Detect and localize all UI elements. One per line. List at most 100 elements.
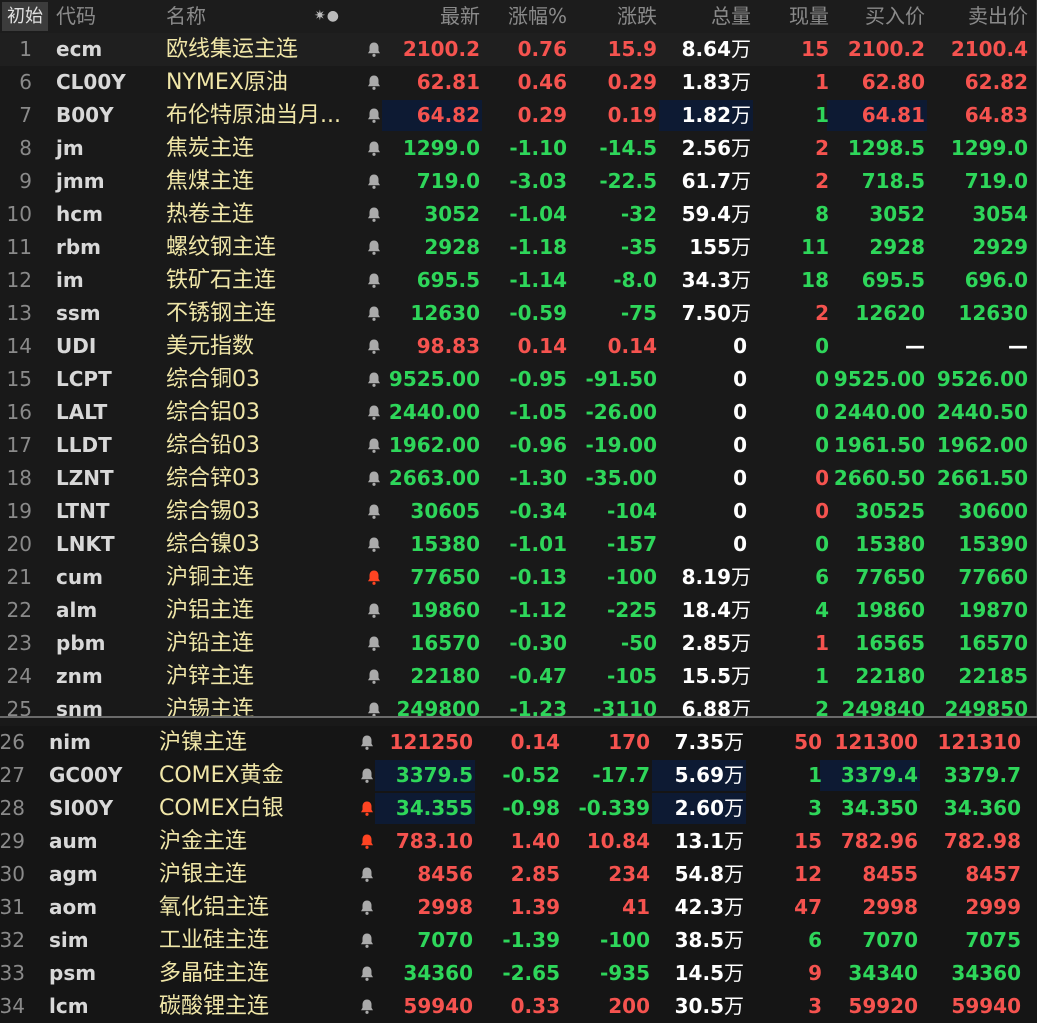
table-row[interactable]: 10 hcm 热卷主连 3052 -1.04 -32 59.4万 8 3052 3054 — [0, 198, 1037, 231]
bell-icon[interactable] — [366, 198, 384, 231]
bell-icon[interactable] — [366, 33, 384, 66]
table-row[interactable]: 19 LTNT 综合锡03 30605 -0.34 -104 0 0 30525 30600 — [0, 495, 1037, 528]
table-row[interactable]: 21 cum 沪铜主连 77650 -0.13 -100 8.19万 6 77650 77660 — [0, 561, 1037, 594]
bell-icon[interactable] — [366, 165, 384, 198]
init-button[interactable]: 初始 — [2, 2, 48, 31]
bell-icon[interactable] — [366, 330, 384, 363]
table-row[interactable]: 9 jmm 焦煤主连 719.0 -3.03 -22.5 61.7万 2 718.5 719.0 — [0, 165, 1037, 198]
table-row[interactable]: 24 znm 沪锌主连 22180 -0.47 -105 15.5万 1 22180 22185 — [0, 660, 1037, 693]
latest-price: 8456 — [417, 862, 473, 886]
table-row[interactable]: 22 alm 沪铝主连 19860 -1.12 -225 18.4万 4 19860 19870 — [0, 594, 1037, 627]
bell-icon[interactable] — [366, 528, 384, 561]
bell-icon[interactable] — [366, 627, 384, 660]
col-change-header[interactable]: 涨跌 — [617, 0, 657, 33]
table-row[interactable]: 16 LALT 综合铝03 2440.00 -1.05 -26.00 0 0 2440.00 24… — [0, 396, 1037, 429]
instrument-name: 工业硅主连 — [159, 928, 270, 953]
bell-icon[interactable] — [366, 363, 384, 396]
bell-icon[interactable] — [366, 462, 384, 495]
change-percent: -1.04 — [509, 202, 567, 226]
table-row[interactable]: 13 ssm 不锈钢主连 12630 -0.59 -75 7.50万 2 12620 12630 — [0, 297, 1037, 330]
bell-icon[interactable] — [359, 990, 377, 1023]
latest-price: 59940 — [403, 994, 473, 1018]
volume-value: 7.35 — [674, 730, 724, 754]
bell-icon[interactable] — [366, 429, 384, 462]
bell-icon[interactable] — [366, 231, 384, 264]
table-row[interactable]: 32 sim 工业硅主连 7070 -1.39 -100 38.5万 6 7070 7075 — [0, 924, 1037, 957]
latest-price: 783.10 — [395, 829, 473, 853]
bell-active-icon[interactable] — [359, 792, 377, 825]
col-code-header[interactable]: 代码 — [56, 0, 96, 33]
ask-price: 3379.7 — [943, 763, 1021, 787]
bell-icon[interactable] — [359, 858, 377, 891]
table-row[interactable]: 20 LNKT 综合镍03 15380 -1.01 -157 0 0 15380 15390 — [0, 528, 1037, 561]
bid-price: 3379.4 — [840, 763, 918, 787]
table-row[interactable]: 27 GC00Y COMEX黄金 3379.5 -0.52 -17.7 5.69万 1 3379… — [0, 759, 1037, 792]
table-row[interactable]: 17 LLDT 综合铅03 1962.00 -0.96 -19.00 0 0 1961.50 19… — [0, 429, 1037, 462]
bell-icon[interactable] — [366, 594, 384, 627]
table-row[interactable]: 15 LCPT 综合铜03 9525.00 -0.95 -91.50 0 0 9525.00 95… — [0, 363, 1037, 396]
bell-active-icon[interactable] — [359, 825, 377, 858]
table-row[interactable]: 1 ecm 欧线集运主连 2100.2 0.76 15.9 8.64万 15 2100.2 210… — [0, 33, 1037, 66]
table-row[interactable]: 14 UDI 美元指数 98.83 0.14 0.14 0 0 — — — [0, 330, 1037, 363]
bell-icon[interactable] — [359, 957, 377, 990]
bid-price: 77650 — [855, 565, 925, 589]
col-latest-header[interactable]: 最新 — [440, 0, 480, 33]
bell-icon[interactable] — [359, 891, 377, 924]
volume-value: 14.5 — [674, 961, 724, 985]
current-volume: 1 — [815, 103, 829, 127]
bell-icon[interactable] — [366, 297, 384, 330]
bid-price: 34340 — [848, 961, 918, 985]
column-settings-icon[interactable]: ✷● — [314, 0, 340, 33]
ask-price: 1962.00 — [936, 433, 1028, 457]
table-row[interactable]: 26 nim 沪镍主连 121250 0.14 170 7.35万 50 121300 12131… — [0, 726, 1037, 759]
col-pct-header[interactable]: 涨幅% — [508, 0, 567, 33]
current-volume: 0 — [815, 433, 829, 457]
bell-icon[interactable] — [366, 264, 384, 297]
instrument-name: COMEX黄金 — [159, 763, 284, 788]
bell-icon[interactable] — [366, 396, 384, 429]
col-current-header[interactable]: 现量 — [789, 0, 829, 33]
volume-value: 2.56 — [681, 136, 731, 160]
volume-value: 59.4 — [681, 202, 731, 226]
ask-price: 2440.50 — [936, 400, 1028, 424]
row-number: 34 — [0, 994, 25, 1018]
bell-icon[interactable] — [366, 99, 384, 132]
bell-icon[interactable] — [366, 693, 384, 726]
current-volume: 1 — [808, 763, 822, 787]
table-row[interactable]: 18 LZNT 综合锌03 2663.00 -1.30 -35.00 0 0 2660.50 26… — [0, 462, 1037, 495]
table-row[interactable]: 29 aum 沪金主连 783.10 1.40 10.84 13.1万 15 782.96 782… — [0, 825, 1037, 858]
volume-unit: 万 — [731, 631, 751, 655]
bid-price: 1298.5 — [847, 136, 925, 160]
bell-icon[interactable] — [366, 495, 384, 528]
bell-icon[interactable] — [366, 66, 384, 99]
col-ask-header[interactable]: 卖出价 — [968, 0, 1028, 33]
change-percent: 0.14 — [517, 334, 567, 358]
col-volume-header[interactable]: 总量 — [711, 0, 751, 33]
col-name-header[interactable]: 名称 — [166, 0, 206, 33]
table-row[interactable]: 6 CL00Y NYMEX原油 62.81 0.46 0.29 1.83万 1 62.80 62.… — [0, 66, 1037, 99]
bell-icon[interactable] — [366, 660, 384, 693]
volume-value: 54.8 — [674, 862, 724, 886]
table-row[interactable]: 34 lcm 碳酸锂主连 59940 0.33 200 30.5万 3 59920 59940 — [0, 990, 1037, 1023]
table-row[interactable]: 30 agm 沪银主连 8456 2.85 234 54.8万 12 8455 8457 — [0, 858, 1037, 891]
table-row[interactable]: 8 jm 焦炭主连 1299.0 -1.10 -14.5 2.56万 2 1298.5 1299.… — [0, 132, 1037, 165]
instrument-name: 综合锌03 — [166, 466, 260, 491]
bell-icon[interactable] — [359, 726, 377, 759]
bid-price: 718.5 — [861, 169, 925, 193]
bell-icon[interactable] — [359, 759, 377, 792]
bell-icon[interactable] — [366, 132, 384, 165]
table-row[interactable]: 23 pbm 沪铅主连 16570 -0.30 -50 2.85万 1 16565 16570 — [0, 627, 1037, 660]
table-row[interactable]: 31 aom 氧化铝主连 2998 1.39 41 42.3万 47 2998 2999 — [0, 891, 1037, 924]
table-row[interactable]: 25 snm 沪锡主连 249800 -1.23 -3110 6.88万 2 249840 249… — [0, 693, 1037, 726]
total-volume: 0 — [733, 528, 747, 561]
bell-active-icon[interactable] — [366, 561, 384, 594]
bid-price: 2660.50 — [833, 466, 925, 490]
table-row[interactable]: 33 psm 多晶硅主连 34360 -2.65 -935 14.5万 9 34340 34360 — [0, 957, 1037, 990]
table-row[interactable]: 12 im 铁矿石主连 695.5 -1.14 -8.0 34.3万 18 695.5 696.0 — [0, 264, 1037, 297]
table-row[interactable]: 7 B00Y 布伦特原油当月... 64.82 0.29 0.19 1.82万 1 64.81 6… — [0, 99, 1037, 132]
col-bid-header[interactable]: 买入价 — [865, 0, 925, 33]
table-row[interactable]: 28 SI00Y COMEX白银 34.355 -0.98 -0.339 2.60万 3 34.… — [0, 792, 1037, 825]
table-row[interactable]: 11 rbm 螺纹钢主连 2928 -1.18 -35 155万 11 2928 2929 — [0, 231, 1037, 264]
bell-icon[interactable] — [359, 924, 377, 957]
total-volume: 0 — [733, 396, 747, 429]
